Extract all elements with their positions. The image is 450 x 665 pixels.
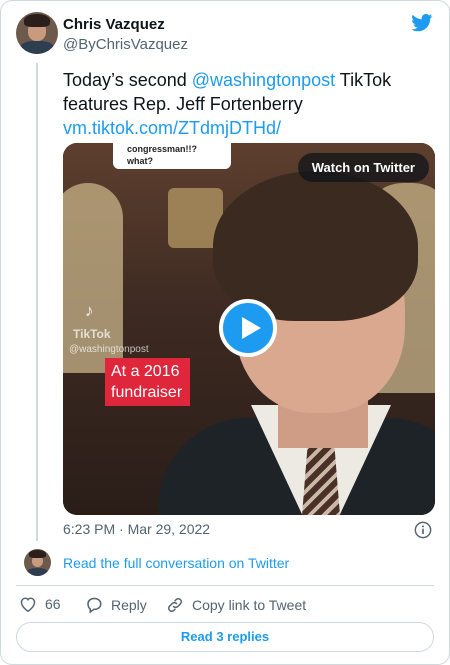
video-caption: At a 2016 fundraiser — [105, 358, 190, 406]
video-thumbnail[interactable]: congressman!!? what? Watch on Twitter ♪ … — [63, 143, 435, 515]
copy-link-label: Copy link to Tweet — [192, 597, 307, 613]
tweet-timestamp[interactable]: 6:23 PM · Mar 29, 2022 — [63, 521, 210, 537]
author-name[interactable]: Chris Vazquez — [63, 16, 165, 33]
play-icon — [242, 317, 261, 339]
tiktok-handle-watermark: @washingtonpost — [69, 344, 149, 355]
mention-link[interactable]: @washingtonpost — [192, 70, 335, 90]
tiktok-logo-icon: ♪ — [85, 301, 94, 320]
speech-bubble: congressman!!? what? — [113, 143, 231, 169]
read-conversation-link[interactable]: Read the full conversation on Twitter — [63, 555, 289, 571]
thread-line — [36, 63, 38, 541]
conversation-avatar — [24, 549, 51, 576]
play-button[interactable] — [219, 299, 277, 357]
copy-link-button[interactable]: Copy link to Tweet — [166, 596, 306, 614]
tiktok-link[interactable]: vm.tiktok.com/ZTdmjDTHd/ — [63, 118, 281, 138]
divider — [16, 585, 434, 586]
like-button[interactable]: 66 — [19, 596, 61, 612]
tweet-card: Chris Vazquez @ByChrisVazquez Today’s se… — [0, 0, 450, 665]
reply-button[interactable]: Reply — [85, 596, 147, 613]
info-icon[interactable] — [414, 521, 432, 539]
link-icon — [167, 597, 183, 613]
reply-label: Reply — [111, 596, 147, 613]
author-avatar[interactable] — [16, 12, 58, 54]
twitter-bird-icon[interactable] — [411, 14, 433, 32]
tweet-text-part1: Today’s second — [63, 70, 192, 90]
heart-icon — [20, 597, 36, 612]
author-handle[interactable]: @ByChrisVazquez — [63, 36, 188, 53]
like-count: 66 — [45, 596, 61, 612]
tweet-text: Today’s second @washingtonpost TikTok fe… — [63, 68, 433, 140]
tiktok-watermark: TikTok — [73, 327, 111, 341]
watch-on-twitter-button[interactable]: Watch on Twitter — [297, 153, 429, 182]
reply-icon — [87, 597, 102, 613]
read-replies-button[interactable]: Read 3 replies — [16, 622, 434, 652]
